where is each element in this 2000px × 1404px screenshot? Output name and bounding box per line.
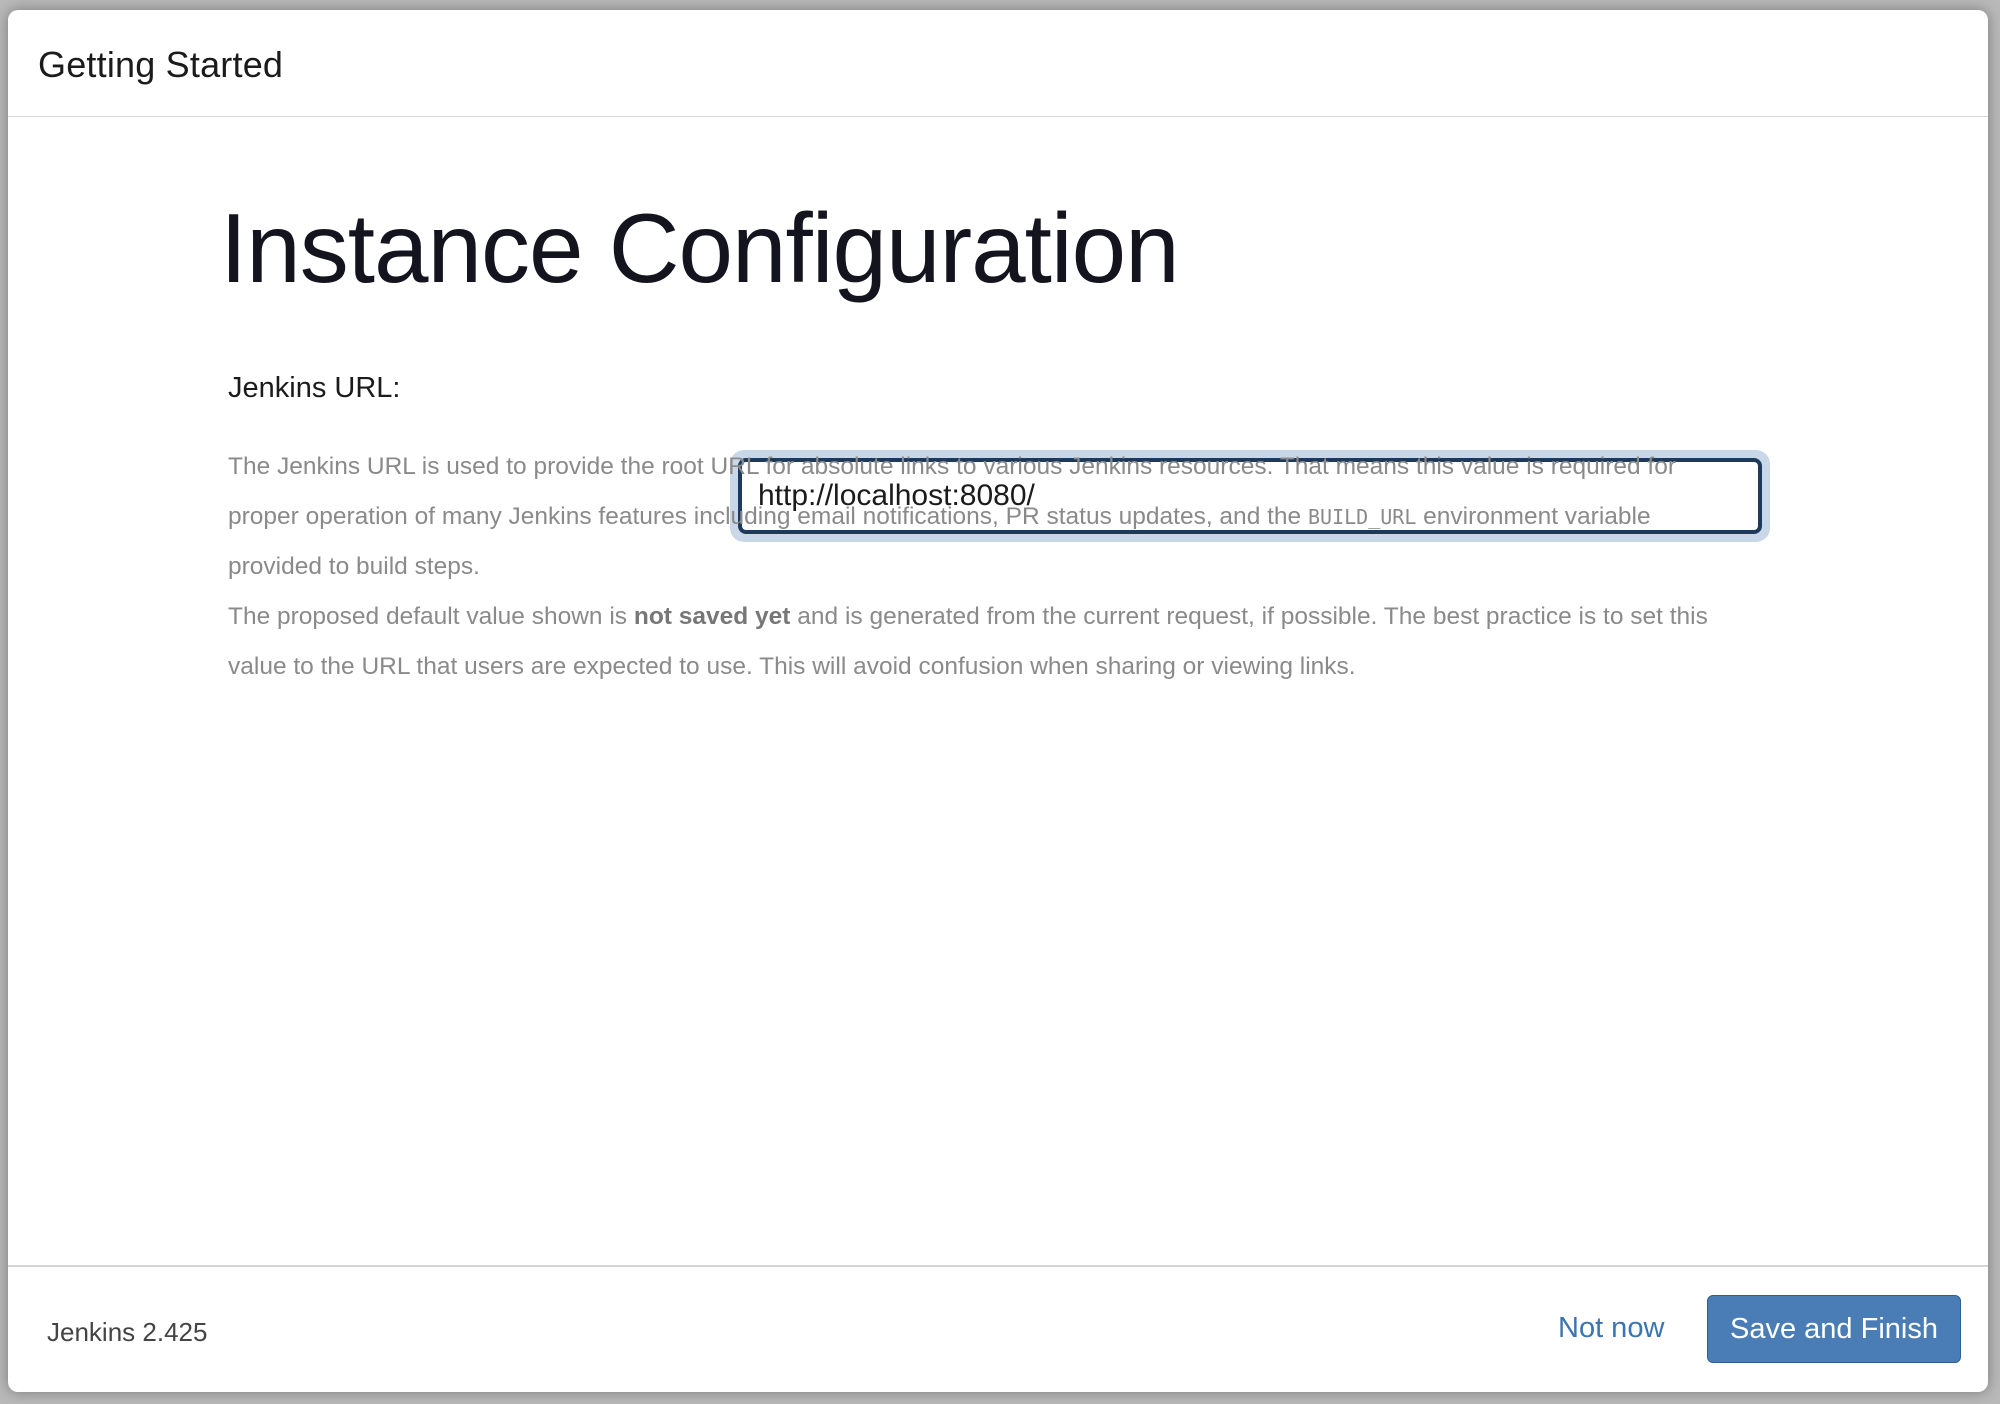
not-saved-yet-emphasis: not saved yet bbox=[633, 603, 791, 630]
dialog-title: Getting Started bbox=[38, 44, 284, 85]
dialog-body: Instance Configuration Jenkins URL: The … bbox=[8, 117, 1988, 1265]
help-paragraph-2: The proposed default value shown is not … bbox=[228, 592, 1748, 692]
page-title: Instance Configuration bbox=[220, 193, 1180, 303]
help-text-segment: The proposed default value shown is bbox=[228, 603, 634, 630]
jenkins-version: Jenkins 2.425 bbox=[47, 1317, 208, 1347]
setup-dialog: Getting Started Instance Configuration J… bbox=[8, 10, 1988, 1392]
build-url-code: BUILD_URL bbox=[1308, 505, 1417, 529]
help-paragraph-1: The Jenkins URL is used to provide the r… bbox=[228, 442, 1748, 592]
jenkins-url-label: Jenkins URL: bbox=[228, 372, 401, 404]
dialog-footer: Jenkins 2.425 Not now Save and Finish bbox=[8, 1265, 1988, 1392]
save-and-finish-button[interactable]: Save and Finish bbox=[1707, 1295, 1961, 1363]
not-now-button[interactable]: Not now bbox=[1558, 1312, 1664, 1345]
dialog-header: Getting Started bbox=[8, 10, 1988, 117]
url-help-text: The Jenkins URL is used to provide the r… bbox=[228, 442, 1748, 692]
